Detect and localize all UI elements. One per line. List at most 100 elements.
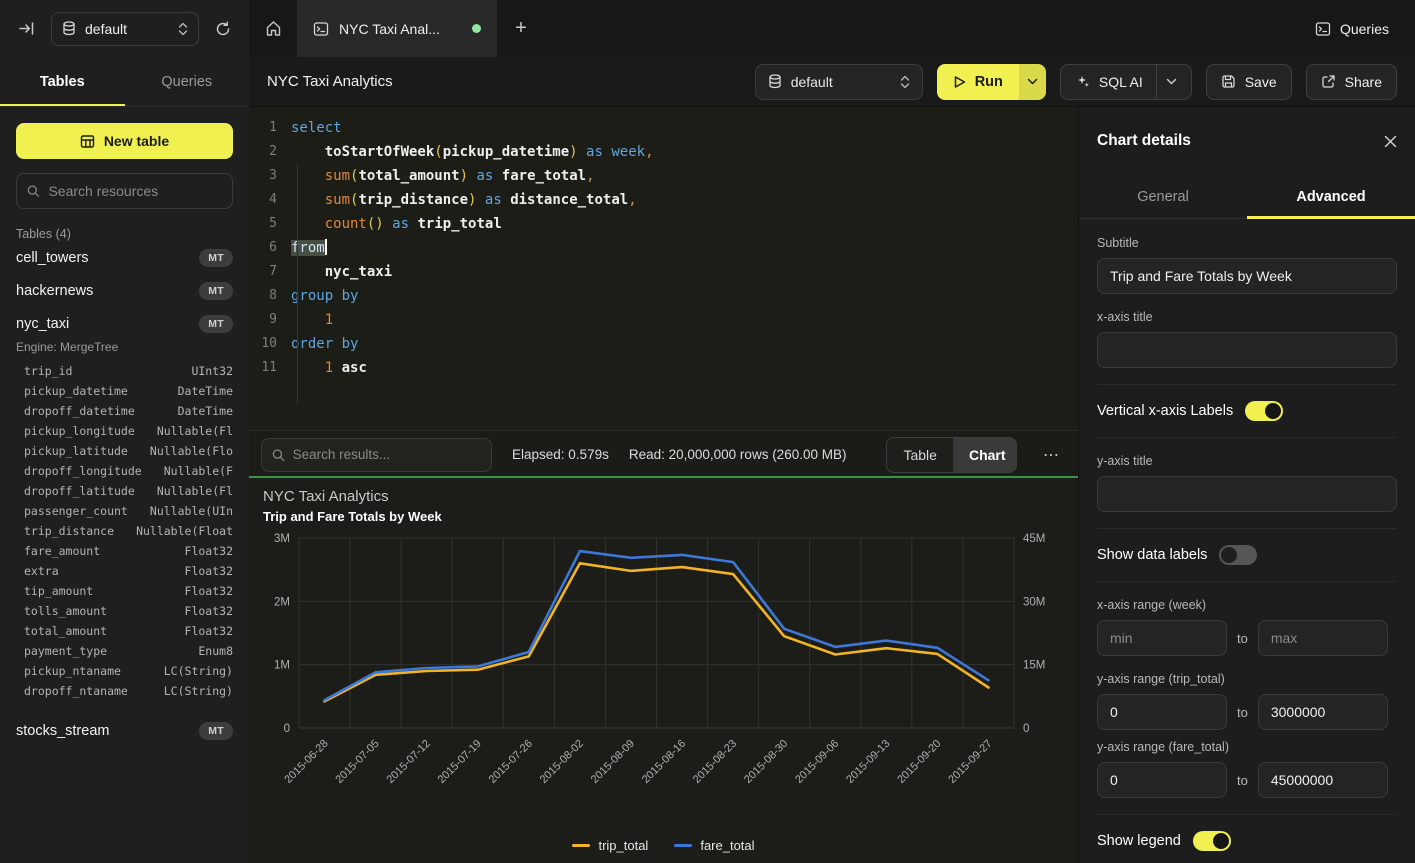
view-toggle-chart[interactable]: Chart [953, 438, 1017, 472]
tab-advanced[interactable]: Advanced [1247, 175, 1415, 218]
column-name: tolls_amount [24, 601, 107, 621]
database-icon [62, 21, 76, 36]
legend-item-trip_total[interactable]: trip_total [572, 838, 648, 853]
new-table-button[interactable]: New table [16, 123, 233, 159]
sidebar-tab-queries[interactable]: Queries [125, 57, 250, 106]
column-type: Enum8 [198, 641, 233, 661]
column-name: pickup_latitude [24, 441, 128, 461]
tab-general[interactable]: General [1079, 175, 1247, 218]
column-row: trip_id UInt32 [24, 361, 233, 381]
new-tab-button[interactable]: + [497, 0, 545, 57]
chart-legend: trip_total fare_total [249, 838, 1078, 853]
save-button[interactable]: Save [1206, 64, 1292, 100]
code-line: 11 1 asc [249, 356, 1078, 380]
column-row: pickup_longitude Nullable(Fl [24, 421, 233, 441]
vertical-xaxis-labels-toggle[interactable] [1245, 401, 1283, 421]
collapse-sidebar-button[interactable] [14, 16, 39, 41]
main-body: 1select2 toStartOfWeek(pickup_datetime) … [249, 107, 1415, 863]
xaxis-title-input[interactable] [1097, 332, 1397, 368]
top-database-selector[interactable]: default [51, 12, 199, 46]
line-number: 5 [249, 212, 291, 236]
show-legend-toggle[interactable] [1193, 831, 1231, 851]
column-type: Nullable(Fl [157, 421, 233, 441]
legend-label: fare_total [700, 838, 754, 853]
column-row: trip_distance Nullable(Float [24, 521, 233, 541]
column-row: fare_amount Float32 [24, 541, 233, 561]
yaxis-range-fare-label: y-axis range (fare_total) [1097, 740, 1397, 754]
column-name: dropoff_latitude [24, 481, 135, 501]
yaxis-range-fare-max-input[interactable] [1258, 762, 1388, 798]
table-row[interactable]: stocks_stream MT [16, 714, 233, 747]
close-icon [1384, 135, 1397, 148]
run-options-button[interactable] [1019, 64, 1046, 100]
more-options-button[interactable]: ⋯ [1037, 445, 1066, 465]
xaxis-range-max-input[interactable] [1258, 620, 1388, 656]
column-row: tip_amount Float32 [24, 581, 233, 601]
table-name: stocks_stream [16, 723, 109, 739]
save-icon [1221, 74, 1236, 89]
table-row[interactable]: nyc_taxi MT [16, 307, 233, 340]
yaxis-title-input[interactable] [1097, 476, 1397, 512]
run-button[interactable]: Run [937, 64, 1019, 100]
tab-nyc-taxi-analytics[interactable]: NYC Taxi Anal... [297, 0, 497, 57]
code-line: 3 sum(total_amount) as fare_total, [249, 164, 1078, 188]
close-panel-button[interactable] [1384, 135, 1397, 148]
x-axis-tick: 2015-07-19 [436, 738, 484, 786]
main-area: NYC Taxi Analytics default Run [249, 57, 1415, 863]
sql-ai-options-button[interactable] [1156, 65, 1177, 99]
queries-top-button[interactable]: Queries [1315, 0, 1389, 57]
table-name: hackernews [16, 283, 93, 299]
top-bar: default NYC Taxi Anal... + Queries [0, 0, 1415, 57]
toolbar-database-selector[interactable]: default [755, 64, 923, 100]
chart-plot-area[interactable]: 3M45M2M30M1M15M002015-06-282015-07-05201… [249, 526, 1078, 823]
sidebar-search[interactable] [16, 173, 233, 209]
column-name: dropoff_datetime [24, 401, 135, 421]
legend-item-fare_total[interactable]: fare_total [674, 838, 754, 853]
table-name: cell_towers [16, 250, 89, 266]
subtitle-input[interactable] [1097, 258, 1397, 294]
home-button[interactable] [249, 0, 297, 57]
table-row[interactable]: cell_towers MT [16, 241, 233, 274]
xaxis-range-min-input[interactable] [1097, 620, 1227, 656]
engine-badge: MT [199, 282, 233, 300]
show-data-labels-label: Show data labels [1097, 547, 1207, 563]
engine-label: Engine: MergeTree [16, 340, 233, 354]
table-row[interactable]: hackernews MT [16, 274, 233, 307]
view-toggle-table[interactable]: Table [887, 438, 952, 472]
show-data-labels-toggle[interactable] [1219, 545, 1257, 565]
results-search-input[interactable] [293, 447, 481, 462]
sidebar-search-input[interactable] [48, 183, 222, 199]
line-number: 2 [249, 140, 291, 164]
code-text: order by [291, 332, 358, 356]
refresh-button[interactable] [211, 17, 235, 41]
column-type: Float32 [185, 581, 233, 601]
chart-details-title: Chart details [1097, 132, 1191, 150]
tables-list: cell_towers MThackernews MTnyc_taxi MTEn… [16, 241, 233, 747]
x-axis-tick: 2015-07-12 [385, 738, 433, 786]
sql-ai-button[interactable]: SQL AI [1060, 64, 1192, 100]
share-button[interactable]: Share [1306, 64, 1397, 100]
chart-details-body: Subtitle x-axis title Vertical x-axis La… [1079, 219, 1415, 863]
vertical-xaxis-labels-label: Vertical x-axis Labels [1097, 403, 1233, 419]
column-name: tip_amount [24, 581, 93, 601]
yaxis-range-fare-min-input[interactable] [1097, 762, 1227, 798]
run-label: Run [975, 74, 1003, 90]
main-header: NYC Taxi Analytics default Run [249, 57, 1415, 107]
sidebar: Tables Queries New table Tables (4) cell… [0, 57, 249, 863]
column-row: payment_type Enum8 [24, 641, 233, 661]
code-line: 2 toStartOfWeek(pickup_datetime) as week… [249, 140, 1078, 164]
yaxis-range-trip-min-input[interactable] [1097, 694, 1227, 730]
yaxis-range-trip-max-input[interactable] [1258, 694, 1388, 730]
code-line: 5 count() as trip_total [249, 212, 1078, 236]
divider [1097, 437, 1397, 438]
home-icon [265, 20, 282, 37]
code-text: nyc_taxi [291, 260, 392, 284]
column-row: passenger_count Nullable(UIn [24, 501, 233, 521]
legend-swatch [572, 844, 590, 847]
chart-details-header: Chart details [1079, 107, 1415, 175]
sidebar-tab-tables[interactable]: Tables [0, 57, 125, 106]
subtitle-label: Subtitle [1097, 236, 1397, 250]
results-search[interactable] [261, 438, 492, 472]
column-type: Nullable(UIn [150, 501, 233, 521]
sql-editor[interactable]: 1select2 toStartOfWeek(pickup_datetime) … [249, 107, 1078, 430]
